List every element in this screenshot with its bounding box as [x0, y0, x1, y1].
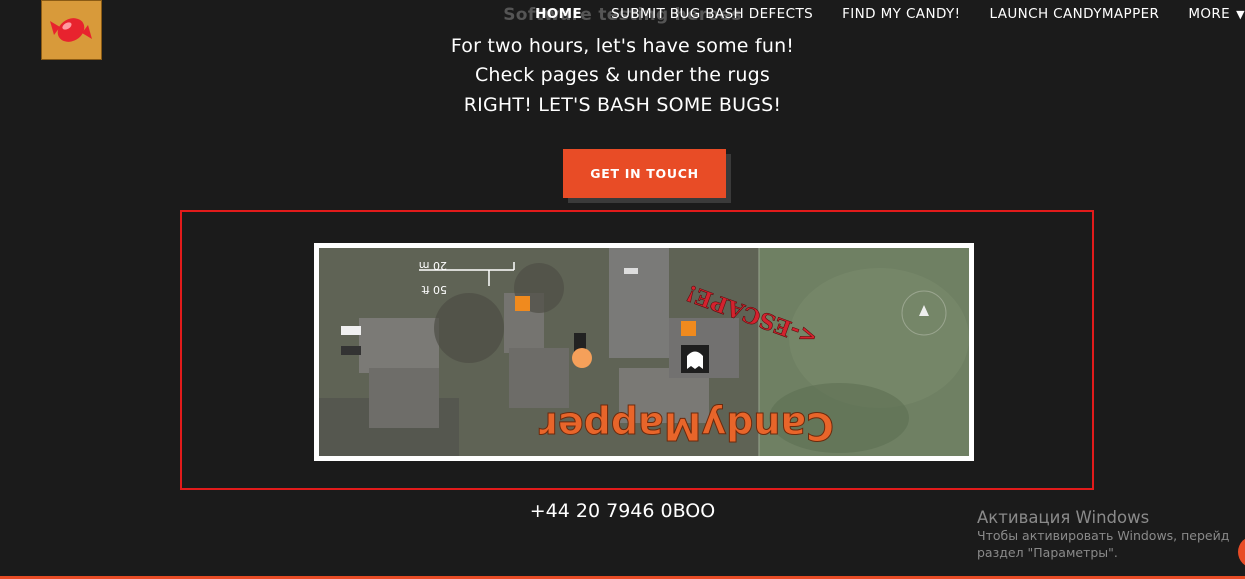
map-title-text: CandyMapper [539, 404, 834, 448]
watermark-title: Активация Windows [977, 508, 1150, 527]
main-nav: HOME SUBMIT BUG BASH DEFECTS FIND MY CAN… [506, 0, 1245, 28]
nav-launch-candymapper[interactable]: LAUNCH CANDYMAPPER [989, 6, 1159, 22]
watermark-line-2: раздел "Параметры". [977, 544, 1118, 560]
candymapper-map-image: 50 ft 20 m <-ESCAPE! CandyMapper [319, 248, 969, 456]
hero-line-1: For two hours, let's have some fun! [450, 35, 795, 57]
get-in-touch-button[interactable]: GET IN TOUCH [563, 149, 726, 198]
nav-more[interactable]: MORE ▼ [1188, 6, 1245, 22]
nav-more-label: MORE [1188, 6, 1231, 22]
watermark-line-1: Чтобы активировать Windows, перейд [977, 528, 1230, 544]
scale-ft-label: 50 ft [421, 283, 447, 296]
nav-find-my-candy[interactable]: FIND MY CANDY! [842, 6, 960, 22]
hero-line-2: Check pages & under the rugs [474, 64, 771, 86]
windows-activation-watermark: Активация Windows Чтобы активировать Win… [977, 507, 1229, 561]
floating-chat-button[interactable] [1238, 536, 1245, 568]
nav-submit-bug-bash-defects[interactable]: SUBMIT BUG BASH DEFECTS [611, 6, 813, 22]
chevron-down-icon: ▼ [1236, 7, 1245, 21]
candymapper-banner[interactable]: 50 ft 20 m <-ESCAPE! CandyMapper [314, 243, 974, 461]
hero-line-3: RIGHT! LET'S BASH SOME BUGS! [463, 94, 782, 116]
nav-home[interactable]: HOME [535, 6, 582, 22]
scale-m-label: 20 m [419, 259, 447, 272]
